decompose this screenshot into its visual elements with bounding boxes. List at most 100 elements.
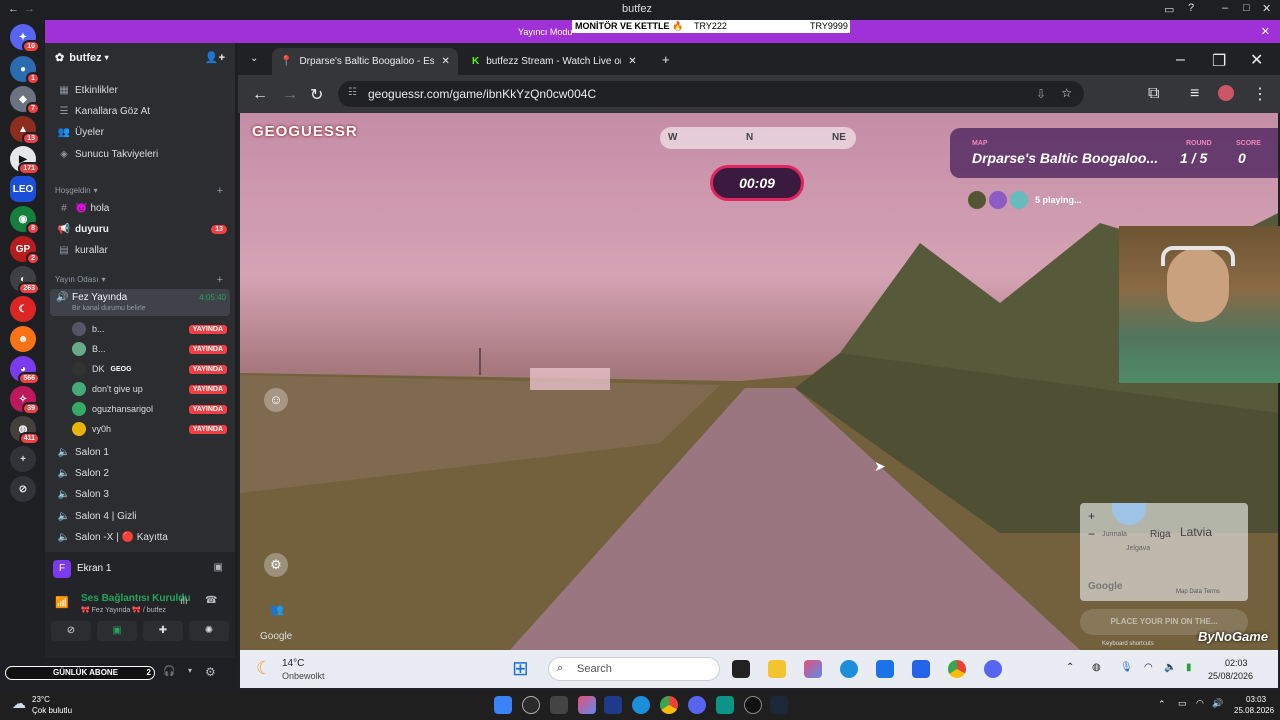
search-icon[interactable] — [522, 696, 540, 714]
server-icon-leo[interactable]: LEO — [10, 176, 36, 202]
windows-start-icon[interactable] — [494, 696, 512, 714]
server-icon[interactable]: ◍ 411 — [10, 416, 40, 445]
server-icon[interactable]: ▶ 171 — [10, 146, 40, 175]
volume-icon[interactable]: 🔊 — [1212, 698, 1223, 709]
add-channel-icon[interactable]: + — [217, 185, 223, 197]
server-icon[interactable]: ● 1 — [10, 56, 40, 85]
maximize-icon[interactable]: □ — [1243, 2, 1250, 14]
store-icon[interactable] — [876, 660, 894, 678]
voice-user-row[interactable]: DK GEOG YAYINDA — [45, 362, 235, 376]
menu-item-boosts[interactable]: ◈ Sunucu Takviyeleri — [45, 149, 235, 160]
close-icon[interactable]: ✕ — [1250, 50, 1263, 70]
voice-channel-salon4[interactable]: 🔈 Salon 4 | Gizli — [45, 511, 235, 522]
guess-minimap[interactable]: + − Latvia Riga Jurmala Jelgava Google M… — [1080, 503, 1248, 601]
bookmark-star-icon[interactable]: ☆ — [1061, 86, 1072, 100]
mic-icon[interactable]: 🎙 — [1120, 662, 1133, 673]
voice-channel-salonx[interactable]: 🔈 Salon -X | 🔴 Kayıtta — [45, 532, 235, 543]
new-tab-icon[interactable]: + — [662, 52, 670, 67]
taskbar-search[interactable]: ⌕ Search — [548, 657, 720, 681]
add-server-icon[interactable]: + — [10, 446, 36, 472]
menu-item-events[interactable]: ▦ Etkinlikler — [45, 85, 235, 96]
camera-off-button[interactable]: ⊘ — [51, 621, 91, 641]
menu-kebab-icon[interactable]: ⋮ — [1252, 84, 1268, 104]
server-icon[interactable]: ☻ — [10, 326, 36, 352]
players-icon[interactable]: 👥 — [270, 603, 284, 616]
windows-start-icon[interactable]: ⊞ — [512, 656, 529, 681]
tab-close-icon[interactable]: ✕ — [628, 56, 636, 67]
voice-channel-salon1[interactable]: 🔈 Salon 1 — [45, 447, 235, 458]
clock-date[interactable]: 25/08/2026 — [1208, 671, 1253, 681]
voice-user-row[interactable]: b... YAYINDA — [45, 322, 235, 336]
wifi-icon[interactable]: ◠ — [1144, 662, 1153, 673]
server-icon[interactable]: ☾ — [10, 296, 36, 322]
clock-date[interactable]: 25.08.2026 — [1234, 706, 1274, 715]
settings-icon[interactable]: ⚙ — [205, 665, 216, 679]
back-icon[interactable]: ← — [252, 86, 268, 104]
channel-hola[interactable]: # 😈 hola — [45, 203, 235, 214]
extensions-icon[interactable]: ⧉ — [1148, 85, 1159, 103]
tab-kick[interactable]: K butfezz Stream - Watch Live on ✕ — [464, 48, 650, 75]
minimize-icon[interactable]: – — [1222, 2, 1228, 14]
edge-icon[interactable] — [632, 696, 650, 714]
profile-avatar[interactable] — [1218, 85, 1234, 101]
server-icon[interactable]: ◕ 566 — [10, 356, 40, 385]
noise-icon[interactable]: ılı — [180, 596, 188, 607]
add-channel-icon[interactable]: + — [217, 274, 223, 286]
task-view-icon[interactable] — [550, 696, 568, 714]
category-welcome[interactable]: Hoşgeldin ▾ + — [45, 185, 235, 197]
voice-user-row[interactable]: B... YAYINDA — [45, 342, 235, 356]
voice-user-row[interactable]: vy0h YAYINDA — [45, 422, 235, 436]
url-input[interactable]: ☷ geoguessr.com/game/ibnKkYzQn0cw004C ⇩ … — [338, 81, 1084, 107]
tray-chevron-icon[interactable]: ⌃ — [1066, 662, 1074, 673]
steam-icon[interactable] — [770, 696, 788, 714]
server-icon[interactable]: ▲ 13 — [10, 116, 40, 145]
discover-icon[interactable]: ⊘ — [10, 476, 36, 502]
screen-share-button[interactable]: ▣ — [97, 621, 137, 641]
battery-icon[interactable]: ▮ — [1186, 662, 1192, 673]
menu-item-members[interactable]: 👥 Üyeler — [45, 127, 235, 138]
keyboard-shortcuts-link[interactable]: Keyboard shortcuts — [1102, 641, 1154, 647]
banner-close-icon[interactable]: ✕ — [1261, 25, 1270, 38]
settings-icon[interactable]: ⚙ — [264, 553, 288, 577]
voice-channel-salon3[interactable]: 🔈 Salon 3 — [45, 489, 235, 500]
app-icon[interactable] — [716, 696, 734, 714]
server-icon[interactable]: ✧ 39 — [10, 386, 40, 415]
copilot-icon[interactable] — [804, 660, 822, 678]
media-icon[interactable]: ≡ — [1190, 85, 1199, 103]
forward-icon[interactable]: → — [282, 86, 298, 104]
tab-close-icon[interactable]: ✕ — [441, 56, 449, 67]
server-icon[interactable]: GP 2 — [10, 236, 40, 265]
active-voice-channel[interactable]: 🔊 Fez Yayında 4:05:40 Bir kanal durumu b… — [50, 289, 230, 316]
install-icon[interactable]: ⇩ — [1036, 87, 1046, 101]
clock-time[interactable]: 02:03 — [1225, 658, 1248, 668]
back-icon[interactable]: ← — [8, 3, 19, 15]
discord-icon[interactable] — [984, 660, 1002, 678]
activities-button[interactable]: ✚ — [143, 621, 183, 641]
soundboard-button[interactable]: ✺ — [189, 621, 229, 641]
app-icon[interactable] — [912, 660, 930, 678]
photoshop-icon[interactable] — [604, 696, 622, 714]
copilot-icon[interactable] — [578, 696, 596, 714]
clock-time[interactable]: 03:03 — [1246, 695, 1266, 704]
close-icon[interactable]: ✕ — [1262, 2, 1271, 15]
minimize-icon[interactable]: – — [1176, 51, 1185, 69]
zoom-in-icon[interactable]: + — [1088, 509, 1095, 523]
zoom-out-icon[interactable]: − — [1088, 527, 1095, 541]
channel-duyuru[interactable]: 📢 duyuru 13 — [45, 224, 235, 235]
network-icon[interactable]: ▭ — [1178, 698, 1187, 709]
popout-icon[interactable]: ▣ — [214, 562, 223, 573]
tray-icon[interactable]: ◍ — [1092, 662, 1101, 673]
obs-icon[interactable] — [744, 696, 762, 714]
add-member-icon[interactable]: 👤+ — [205, 51, 225, 64]
discord-icon[interactable] — [688, 696, 706, 714]
file-explorer-icon[interactable] — [768, 660, 786, 678]
chrome-icon[interactable] — [948, 660, 966, 678]
volume-icon[interactable]: 🔈 — [1164, 662, 1176, 673]
headset-icon[interactable]: 🎧 — [163, 666, 175, 677]
voice-channel-salon2[interactable]: 🔈 Salon 2 — [45, 468, 235, 479]
voice-user-row[interactable]: don't give up YAYINDA — [45, 382, 235, 396]
chevron-down-icon[interactable]: ▾ — [188, 666, 192, 675]
menu-item-browse[interactable]: ☰ Kanallara Göz At — [45, 106, 235, 117]
chrome-icon[interactable] — [660, 696, 678, 714]
disconnect-icon[interactable]: ☎ — [205, 595, 217, 606]
